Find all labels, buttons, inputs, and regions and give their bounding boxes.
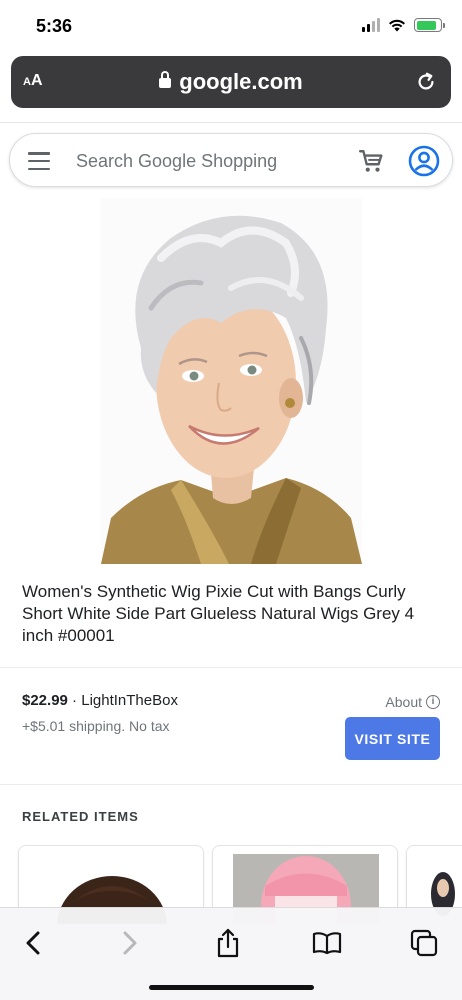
tabs-icon[interactable] bbox=[407, 926, 441, 960]
seller-name: LightInTheBox bbox=[81, 692, 178, 709]
url-text: google.com bbox=[179, 69, 303, 94]
shipping-info: +$5.01 shipping. No tax bbox=[22, 718, 170, 734]
wifi-icon bbox=[389, 19, 405, 32]
battery-icon bbox=[414, 18, 445, 32]
forward-icon[interactable] bbox=[112, 926, 146, 960]
related-items-heading: RELATED ITEMS bbox=[22, 809, 139, 824]
divider bbox=[0, 122, 462, 123]
status-icons bbox=[362, 18, 445, 32]
wig-model-illustration bbox=[101, 198, 362, 564]
account-icon[interactable] bbox=[408, 145, 440, 177]
about-button[interactable]: About i bbox=[385, 694, 440, 710]
address-bar[interactable]: AA google.com bbox=[11, 56, 451, 108]
back-icon[interactable] bbox=[17, 926, 51, 960]
product-image[interactable] bbox=[101, 198, 362, 564]
visit-site-button[interactable]: VISIT SITE bbox=[345, 717, 440, 760]
price-separator: · bbox=[67, 692, 82, 709]
product-title: Women's Synthetic Wig Pixie Cut with Ban… bbox=[22, 582, 415, 645]
search-input[interactable]: Search Google Shopping bbox=[76, 151, 277, 172]
cart-icon[interactable] bbox=[358, 148, 384, 174]
product-price: $22.99 bbox=[22, 692, 68, 709]
info-icon: i bbox=[426, 695, 440, 709]
home-indicator bbox=[149, 985, 314, 990]
cellular-signal-icon bbox=[362, 18, 380, 32]
url-display[interactable]: google.com bbox=[11, 69, 451, 95]
divider bbox=[0, 784, 462, 785]
about-label: About bbox=[385, 694, 422, 710]
share-icon[interactable] bbox=[211, 926, 245, 960]
reload-icon[interactable] bbox=[415, 71, 437, 93]
bookmarks-icon[interactable] bbox=[310, 926, 344, 960]
menu-icon[interactable] bbox=[28, 152, 50, 170]
status-bar: 5:36 bbox=[0, 0, 462, 52]
divider bbox=[0, 667, 462, 668]
status-time: 5:36 bbox=[36, 16, 73, 36]
battery-level bbox=[416, 20, 437, 30]
price-line: $22.99 · LightInTheBox bbox=[22, 692, 178, 709]
shopping-search-bar[interactable]: Search Google Shopping bbox=[9, 133, 453, 187]
lock-icon bbox=[159, 71, 172, 88]
